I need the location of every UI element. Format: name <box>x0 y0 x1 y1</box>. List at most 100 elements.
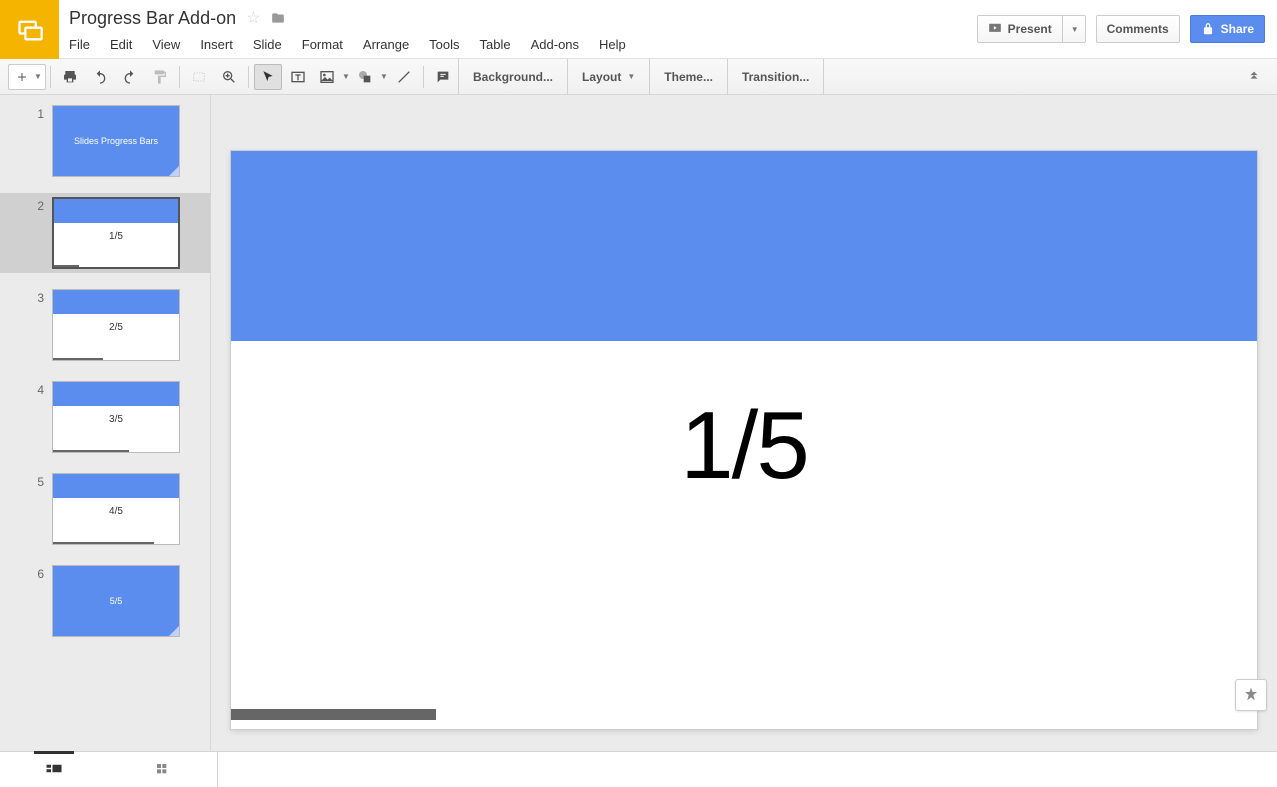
menu-file[interactable]: File <box>67 33 100 56</box>
thumbnail[interactable]: 2/5 <box>52 289 180 361</box>
print-icon <box>62 69 78 85</box>
filmstrip-icon <box>45 763 63 777</box>
menu-tools[interactable]: Tools <box>419 33 469 56</box>
caret-down-icon: ▼ <box>1071 25 1079 34</box>
separator <box>179 66 180 88</box>
explore-button[interactable] <box>1235 679 1267 711</box>
redo-button[interactable] <box>116 64 144 90</box>
thumbnail-blue-band <box>53 290 179 314</box>
transition-button[interactable]: Transition... <box>727 59 824 95</box>
thumbnail[interactable]: 5/5 <box>52 565 180 637</box>
lock-icon <box>1201 22 1215 36</box>
comments-button[interactable]: Comments <box>1096 15 1180 43</box>
header-right: Present ▼ Comments Share <box>977 0 1277 58</box>
thumbnail[interactable]: 4/5 <box>52 473 180 545</box>
menu-view[interactable]: View <box>142 33 190 56</box>
undo-button[interactable] <box>86 64 114 90</box>
menu-slide[interactable]: Slide <box>243 33 292 56</box>
document-title[interactable]: Progress Bar Add-on <box>67 8 236 29</box>
thumbnail[interactable]: 3/5 <box>52 381 180 453</box>
thumbnail-number: 1 <box>0 105 52 121</box>
canvas-area[interactable]: 1/5 <box>211 95 1277 751</box>
line-tool[interactable] <box>390 64 418 90</box>
thumbnail-title: 5/5 <box>53 566 179 636</box>
line-icon <box>396 69 412 85</box>
footer-view-toggle <box>0 752 218 787</box>
slide-canvas[interactable]: 1/5 <box>231 151 1257 729</box>
menu-insert[interactable]: Insert <box>190 33 243 56</box>
thumbnail[interactable]: Slides Progress Bars <box>52 105 180 177</box>
thumbnail-row[interactable]: 5 4/5 <box>0 469 210 549</box>
thumbnail-text: 2/5 <box>53 322 179 333</box>
image-icon <box>319 69 335 85</box>
present-options-caret[interactable]: ▼ <box>1062 15 1086 43</box>
share-button[interactable]: Share <box>1190 15 1265 43</box>
filmstrip-view-button[interactable] <box>0 752 109 787</box>
thumbnail-row[interactable]: 1Slides Progress Bars <box>0 101 210 181</box>
thumbnail-title: Slides Progress Bars <box>53 106 179 176</box>
folder-icon[interactable] <box>270 11 286 25</box>
toolbar: ▼ ▼ ▼ Background... Layout▼ Theme... Tra… <box>0 59 1277 95</box>
thumbnail-text: 3/5 <box>53 414 179 425</box>
plus-icon <box>16 71 28 83</box>
fit-button <box>185 64 213 90</box>
menu-help[interactable]: Help <box>589 33 636 56</box>
star-icon[interactable]: ☆ <box>246 8 260 28</box>
thumbnail-row[interactable]: 2 1/5 <box>0 193 210 273</box>
grid-view-button[interactable] <box>109 752 218 787</box>
present-label: Present <box>1008 22 1052 36</box>
thumbnail-panel[interactable]: 1Slides Progress Bars 2 1/5 32/5 4 3/5 5 4/5 65/… <box>0 95 211 751</box>
new-slide-button[interactable] <box>11 64 33 90</box>
dogear-icon <box>169 166 179 176</box>
paint-roller-icon <box>152 69 168 85</box>
thumbnail-number: 2 <box>0 197 52 213</box>
thumbnail-row[interactable]: 65/5 <box>0 561 210 641</box>
slide-text: 1/5 <box>231 391 1257 501</box>
thumbnail-blue-band <box>53 382 179 406</box>
thumbnail-progress <box>54 265 79 267</box>
image-caret[interactable]: ▼ <box>341 72 351 81</box>
print-button[interactable] <box>56 64 84 90</box>
image-tool[interactable] <box>313 64 341 90</box>
menu-addons[interactable]: Add-ons <box>521 33 589 56</box>
slides-logo[interactable] <box>0 0 59 59</box>
present-button[interactable]: Present <box>977 15 1062 43</box>
thumbnail[interactable]: 1/5 <box>52 197 180 269</box>
menu-table[interactable]: Table <box>470 33 521 56</box>
thumbnail-progress <box>53 450 129 452</box>
thumbnail-text: 1/5 <box>54 231 178 242</box>
cursor-icon <box>261 70 275 84</box>
separator <box>248 66 249 88</box>
header-bar: Progress Bar Add-on ☆ File Edit View Ins… <box>0 0 1277 59</box>
select-tool[interactable] <box>254 64 282 90</box>
undo-icon <box>92 69 108 85</box>
shape-icon <box>357 69 373 85</box>
footer-bar <box>0 751 1277 787</box>
shape-caret[interactable]: ▼ <box>379 72 389 81</box>
thumbnail-number: 5 <box>0 473 52 489</box>
thumbnail-row[interactable]: 4 3/5 <box>0 377 210 457</box>
background-button[interactable]: Background... <box>458 59 567 95</box>
collapse-toolbar-icon[interactable] <box>1247 67 1269 86</box>
new-slide-caret[interactable]: ▼ <box>33 72 43 81</box>
comment-tool[interactable] <box>429 64 457 90</box>
menu-arrange[interactable]: Arrange <box>353 33 419 56</box>
thumbnail-text: 4/5 <box>53 506 179 517</box>
textbox-icon <box>290 69 306 85</box>
zoom-button[interactable] <box>215 64 243 90</box>
new-slide-combo: ▼ <box>8 64 46 90</box>
menu-edit[interactable]: Edit <box>100 33 142 56</box>
shape-tool[interactable] <box>351 64 379 90</box>
thumbnail-progress <box>53 542 154 544</box>
redo-icon <box>122 69 138 85</box>
thumbnail-row[interactable]: 32/5 <box>0 285 210 365</box>
caret-down-icon: ▼ <box>627 72 635 81</box>
textbox-tool[interactable] <box>284 64 312 90</box>
play-icon <box>988 22 1002 36</box>
layout-button[interactable]: Layout▼ <box>567 59 649 95</box>
separator <box>50 66 51 88</box>
theme-button[interactable]: Theme... <box>649 59 727 95</box>
menu-format[interactable]: Format <box>292 33 353 56</box>
workspace: 1Slides Progress Bars 2 1/5 32/5 4 3/5 5 4/5 65/… <box>0 95 1277 751</box>
thumbnail-number: 4 <box>0 381 52 397</box>
